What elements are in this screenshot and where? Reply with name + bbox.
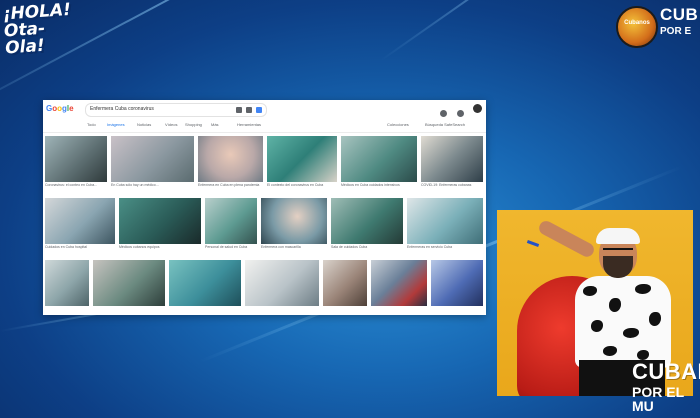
tab-news[interactable]: Noticias xyxy=(137,122,151,127)
result-thumbnail xyxy=(169,260,241,306)
result-caption: Enfermera con mascarilla xyxy=(261,245,301,249)
tab-more[interactable]: Más xyxy=(211,122,219,127)
cubanos-logo-line2: POR E xyxy=(660,26,692,37)
glasses xyxy=(603,248,633,256)
google-logo[interactable]: Google xyxy=(46,104,74,113)
result-thumbnail xyxy=(111,136,194,182)
search-query: Enfermera Cuba coronavirus xyxy=(90,106,154,112)
result-caption: Enfermeras en servicio Cuba xyxy=(407,245,453,249)
results-row: Cuidados en Cuba hospital Médicos cubano… xyxy=(43,198,486,256)
google-images-window: Google Enfermera Cuba coronavirus Todo I… xyxy=(43,100,486,315)
logo-line-2: Ota-Ola! xyxy=(3,18,46,59)
result-caption: Enfermera en Cuba en plena pandemia xyxy=(198,183,260,187)
search-input[interactable]: Enfermera Cuba coronavirus xyxy=(85,103,267,117)
result-thumbnail xyxy=(45,198,115,244)
result-caption: COVID-19: Enfermeras cubanas xyxy=(421,183,472,187)
results-row: Coronavirus: el conteo en Cuba... En Cub… xyxy=(43,136,486,194)
result-thumbnail xyxy=(205,198,257,244)
tab-videos[interactable]: Vídeos xyxy=(165,122,177,127)
result-thumbnail xyxy=(261,198,327,244)
result-caption: Coronavirus: el conteo en Cuba... xyxy=(45,183,98,187)
result-thumbnail xyxy=(198,136,263,182)
google-header: Google Enfermera Cuba coronavirus xyxy=(43,100,486,118)
result-thumbnail xyxy=(371,260,427,306)
result-thumbnail xyxy=(421,136,483,182)
header-icons xyxy=(435,104,482,122)
pen xyxy=(526,240,540,247)
result-caption: Personal de salud en Cuba xyxy=(205,245,248,249)
result-thumbnail xyxy=(93,260,165,306)
avatar[interactable] xyxy=(473,104,482,113)
hola-ota-ola-logo: ¡HOLA! Ota-Ola! xyxy=(2,0,77,59)
result-thumbnail xyxy=(431,260,483,306)
safesearch-link[interactable]: Búsqueda SafeSearch xyxy=(425,122,465,127)
cubanos-overlay-line2: POR EL MU xyxy=(632,384,684,414)
result-caption: El contexto del coronavirus en Cuba xyxy=(267,183,324,187)
cubanos-logo: Cubanos CUB POR E xyxy=(614,4,700,48)
result-caption: Médicos cubanos equipos xyxy=(119,245,160,249)
search-icon[interactable] xyxy=(256,107,262,113)
clear-icon[interactable] xyxy=(236,107,242,113)
search-tabs: Todo Imágenes Noticias Vídeos Shopping M… xyxy=(87,122,482,130)
result-caption: Médicos en Cuba cuidados intensivos xyxy=(341,183,400,187)
white-cap xyxy=(596,228,640,244)
cubanos-overlay-line1: CUBAN xyxy=(632,359,700,384)
result-thumbnail xyxy=(119,198,201,244)
apps-icon[interactable] xyxy=(456,110,464,117)
tab-all[interactable]: Todo xyxy=(87,122,96,127)
tab-tools[interactable]: Herramientas xyxy=(237,122,261,127)
cubanos-badge-icon: Cubanos xyxy=(616,6,658,48)
beard xyxy=(603,256,633,278)
pointing-arm xyxy=(536,218,597,260)
tab-shopping[interactable]: Shopping xyxy=(185,122,202,127)
result-thumbnail xyxy=(245,260,319,306)
cubanos-logo-line1: CUB xyxy=(660,5,699,24)
result-caption: En Cuba sólo hay un médico... xyxy=(111,183,159,187)
result-thumbnail xyxy=(341,136,417,182)
result-thumbnail xyxy=(331,198,403,244)
results-row xyxy=(43,260,486,318)
collections-link[interactable]: Colecciones xyxy=(387,122,409,127)
result-thumbnail xyxy=(407,198,483,244)
result-thumbnail xyxy=(45,260,89,306)
result-thumbnail xyxy=(323,260,367,306)
mic-icon[interactable] xyxy=(246,107,252,113)
result-thumbnail xyxy=(45,136,107,182)
header-divider xyxy=(43,132,486,133)
settings-icon[interactable] xyxy=(440,110,448,117)
result-thumbnail xyxy=(267,136,337,182)
result-caption: Sala de cuidados Cuba xyxy=(331,245,368,249)
patterned-shirt xyxy=(575,276,671,368)
result-caption: Cuidados en Cuba hospital xyxy=(45,245,88,249)
tab-images[interactable]: Imágenes xyxy=(107,122,125,127)
